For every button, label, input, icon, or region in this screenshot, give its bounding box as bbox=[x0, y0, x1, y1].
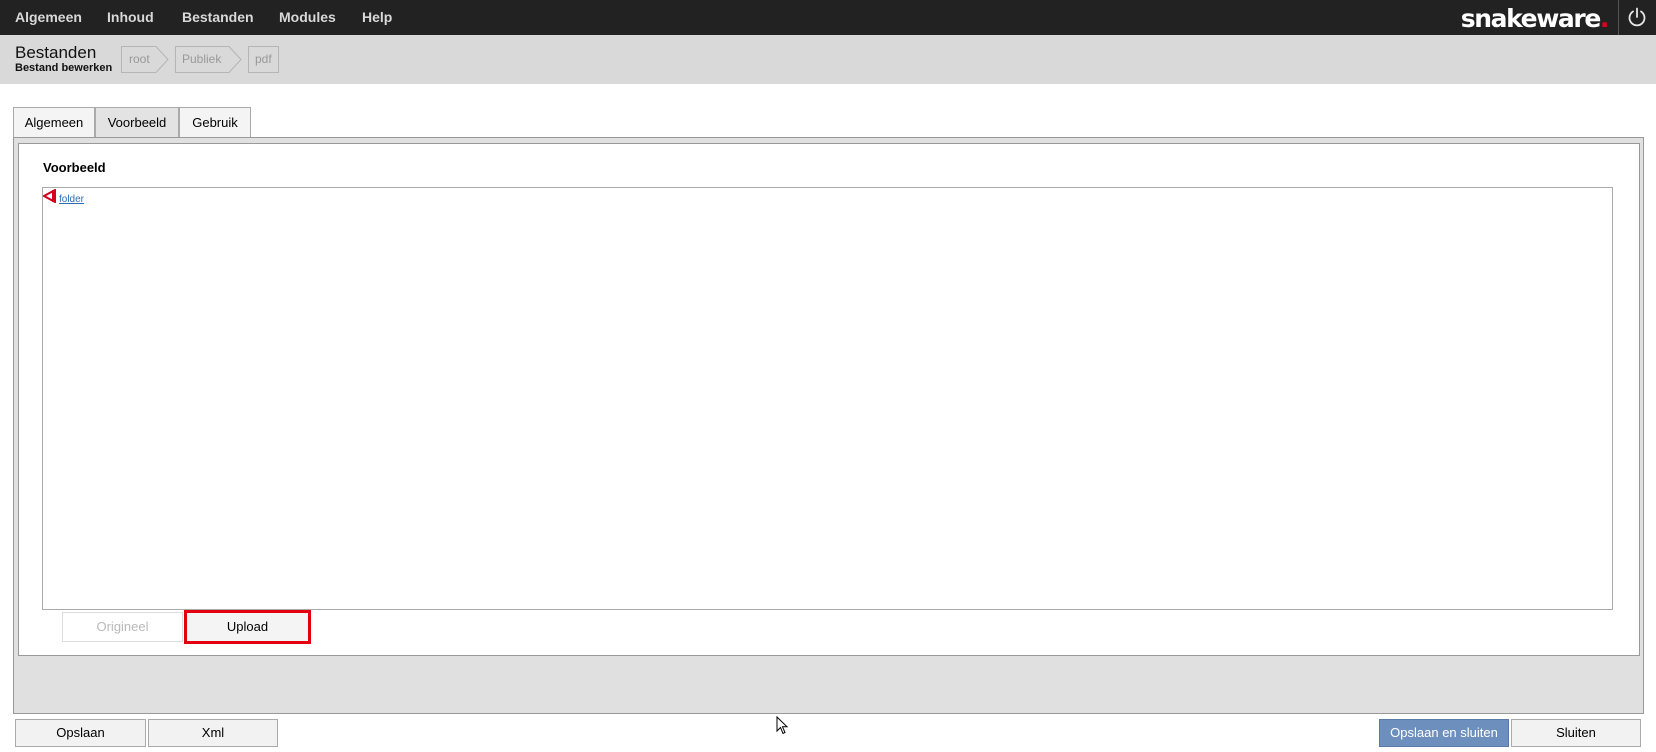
preview-frame bbox=[42, 187, 1613, 610]
breadcrumb-label: pdf bbox=[255, 52, 272, 66]
origineel-button[interactable]: Origineel bbox=[62, 612, 183, 642]
nav-bestanden[interactable]: Bestanden bbox=[182, 9, 254, 25]
snakeware-logo: snakeware. bbox=[1460, 4, 1610, 33]
logo-dot: . bbox=[1599, 4, 1610, 33]
page-subtitle: Bestand bewerken bbox=[15, 62, 113, 74]
page-title: Bestanden bbox=[15, 43, 97, 62]
breadcrumb-label: root bbox=[129, 52, 150, 66]
tab-algemeen[interactable]: Algemeen bbox=[13, 107, 95, 137]
tab-voorbeeld[interactable]: Voorbeeld bbox=[95, 107, 179, 137]
upload-button[interactable]: Upload bbox=[184, 610, 311, 644]
tab-gebruik[interactable]: Gebruik bbox=[179, 107, 251, 137]
mouse-cursor-icon bbox=[776, 716, 789, 735]
top-navigation-bar: Algemeen Inhoud Bestanden Modules Help s… bbox=[0, 0, 1656, 35]
power-separator bbox=[1618, 0, 1619, 35]
nav-inhoud[interactable]: Inhoud bbox=[107, 9, 154, 25]
xml-button[interactable]: Xml bbox=[148, 719, 278, 747]
opslaan-en-sluiten-button[interactable]: Opslaan en sluiten bbox=[1379, 719, 1509, 747]
nav-modules[interactable]: Modules bbox=[279, 9, 336, 25]
opslaan-button[interactable]: Opslaan bbox=[15, 719, 146, 747]
logo-text: snakeware bbox=[1460, 4, 1602, 33]
nav-help[interactable]: Help bbox=[362, 9, 392, 25]
pdf-icon bbox=[43, 189, 56, 203]
breadcrumb-label: Publiek bbox=[182, 52, 222, 66]
folder-link[interactable]: folder bbox=[59, 194, 84, 205]
section-title: Voorbeeld bbox=[43, 160, 106, 175]
page-header: Bestanden Bestand bewerken root Publiek … bbox=[0, 35, 1656, 84]
sluiten-button[interactable]: Sluiten bbox=[1511, 719, 1641, 747]
nav-algemeen[interactable]: Algemeen bbox=[15, 9, 82, 25]
power-icon[interactable] bbox=[1626, 6, 1648, 28]
